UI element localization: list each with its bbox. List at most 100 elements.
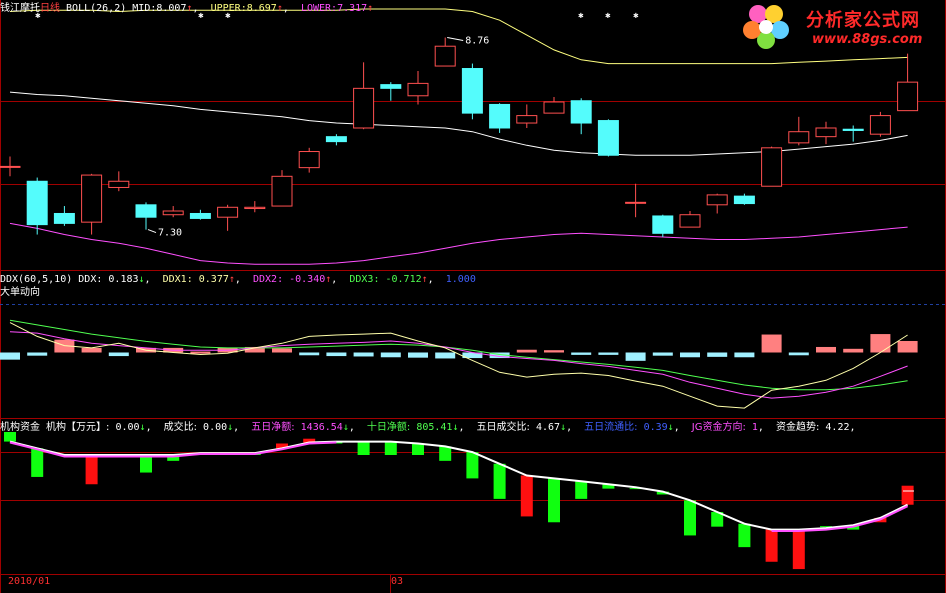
candle-body	[353, 87, 375, 129]
star-marker-icon: ✱	[633, 11, 639, 21]
ddx-indicator-name: DDX(60,5,10)	[0, 274, 73, 285]
candle-body	[788, 131, 810, 144]
ddx-bar	[843, 348, 864, 353]
upper-value: 8.697	[246, 3, 277, 14]
zjqs-label: 资金趋势:	[776, 422, 820, 433]
cjb-label: 成交比:	[163, 422, 198, 433]
wrltb-label: 五日流通比:	[584, 422, 638, 433]
fund-bar	[792, 529, 805, 570]
date-axis-label-mid: 03	[391, 576, 404, 587]
period-label: 日线	[40, 3, 60, 14]
ddx-bar	[0, 352, 20, 360]
low-annotation: 7.30	[158, 228, 182, 239]
candle-body	[189, 212, 211, 219]
ddx2-value: -0.340	[289, 274, 326, 285]
candle-body	[407, 82, 429, 97]
fund-bar	[140, 455, 152, 473]
ddx-bar	[408, 352, 428, 358]
srjje-value: 805.41	[416, 422, 453, 433]
wrltb-value: 0.39	[643, 422, 668, 433]
chart-canvas[interactable]: 8.767.30✱ ✱ ✱ ✱ ✱ ✱	[0, 0, 946, 593]
logo-name: 分析家公式网	[806, 10, 920, 31]
candle-body	[434, 45, 456, 67]
jg-label: 机构【万元】:	[46, 422, 110, 433]
ddx-bar	[680, 352, 700, 358]
candle-body	[761, 147, 783, 187]
candle-body	[625, 201, 647, 204]
candle-body	[706, 194, 728, 206]
ddx-bar	[435, 352, 456, 359]
stock-name: 钱江摩托	[0, 3, 40, 14]
candle-body	[271, 175, 293, 207]
jg-value: 0.00	[115, 422, 140, 433]
star-marker-icon: ✱	[605, 11, 611, 21]
candle-body	[380, 84, 402, 89]
candle-body	[325, 136, 347, 143]
candle-body	[298, 151, 320, 169]
ddx-bar	[272, 348, 292, 353]
fund-bar	[466, 452, 479, 479]
candle-body	[244, 206, 266, 210]
candle-body	[842, 128, 864, 131]
candle-body	[217, 206, 239, 218]
candle-body	[516, 115, 538, 124]
candle-body	[597, 120, 619, 156]
boll-lower-line	[9, 222, 908, 265]
lower-arrow-icon: ↑	[367, 3, 374, 14]
jgfx-label: JG资金方向:	[691, 422, 746, 433]
ddx3-label: DDX3:	[349, 274, 380, 285]
wrjje-value: 1436.54	[300, 422, 343, 433]
candle-body	[543, 101, 565, 114]
ddx-bar	[652, 352, 673, 356]
date-axis-label-start: 2010/01	[8, 576, 51, 587]
candle-body	[81, 174, 103, 223]
ddx-bar	[788, 352, 809, 356]
fund-bar	[357, 441, 370, 455]
ddx-bar	[27, 352, 48, 356]
boll-header: 钱江摩托日线 BOLL(26,2) MID:8.007↑, UPPER:8.69…	[0, 3, 374, 14]
logo-url: www.88gs.com	[812, 32, 923, 47]
ddx-bar	[353, 352, 374, 357]
candle-body	[733, 195, 755, 205]
candle-body	[0, 165, 21, 168]
wrcjb-label: 五日成交比:	[476, 422, 530, 433]
candle-body	[26, 180, 48, 226]
ddx-value: 0.183	[108, 274, 139, 285]
ddx-bar	[897, 340, 918, 353]
low-annotation-arrow	[147, 229, 157, 234]
candle-body	[108, 180, 130, 188]
candle-body	[652, 215, 674, 234]
fund-bar	[493, 463, 506, 499]
ddx-subtitle: 大单动向	[0, 287, 40, 298]
fund-bar	[412, 443, 424, 455]
high-annotation: 8.76	[465, 36, 489, 47]
mid-value: 8.007	[156, 3, 187, 14]
fund-bar	[439, 446, 452, 461]
candle-body	[489, 103, 511, 129]
ddx-bar	[108, 352, 129, 357]
lower-label: LOWER:	[300, 3, 338, 14]
candle-body	[679, 214, 701, 228]
ddx-label: DDX:	[78, 274, 103, 285]
ddx-header: DDX(60,5,10) DDX: 0.183↓, DDX1: 0.377↑, …	[0, 274, 476, 285]
ddx-extra-value: 1.000	[445, 274, 476, 285]
fund-trend-line-white	[9, 440, 909, 531]
ddx1-label: DDX1:	[162, 274, 193, 285]
ddx-bar	[544, 350, 564, 353]
lower-value: 7.317	[337, 3, 368, 14]
ddx-bar	[571, 352, 592, 355]
ddx-bar	[326, 352, 347, 357]
candle-body	[53, 212, 75, 224]
ddx-bar	[81, 347, 102, 353]
stock-chart-window: 8.76 7.30 ✱ ✱ ✱ ✱ ✱ ✱ 钱江摩托日线 BOLL(26,2) MID:8.0…	[0, 0, 946, 593]
ddx-bar	[625, 352, 646, 361]
ddx-bar	[190, 351, 211, 354]
candle-body	[897, 81, 919, 112]
fund-trend-tail	[771, 505, 909, 532]
ddx-bar	[299, 352, 320, 356]
wrjje-label: 五日净额:	[251, 422, 295, 433]
fund-bar	[31, 448, 44, 477]
ddx-bar	[707, 352, 728, 357]
fund-bar	[384, 441, 397, 455]
fund-bar	[548, 478, 560, 523]
